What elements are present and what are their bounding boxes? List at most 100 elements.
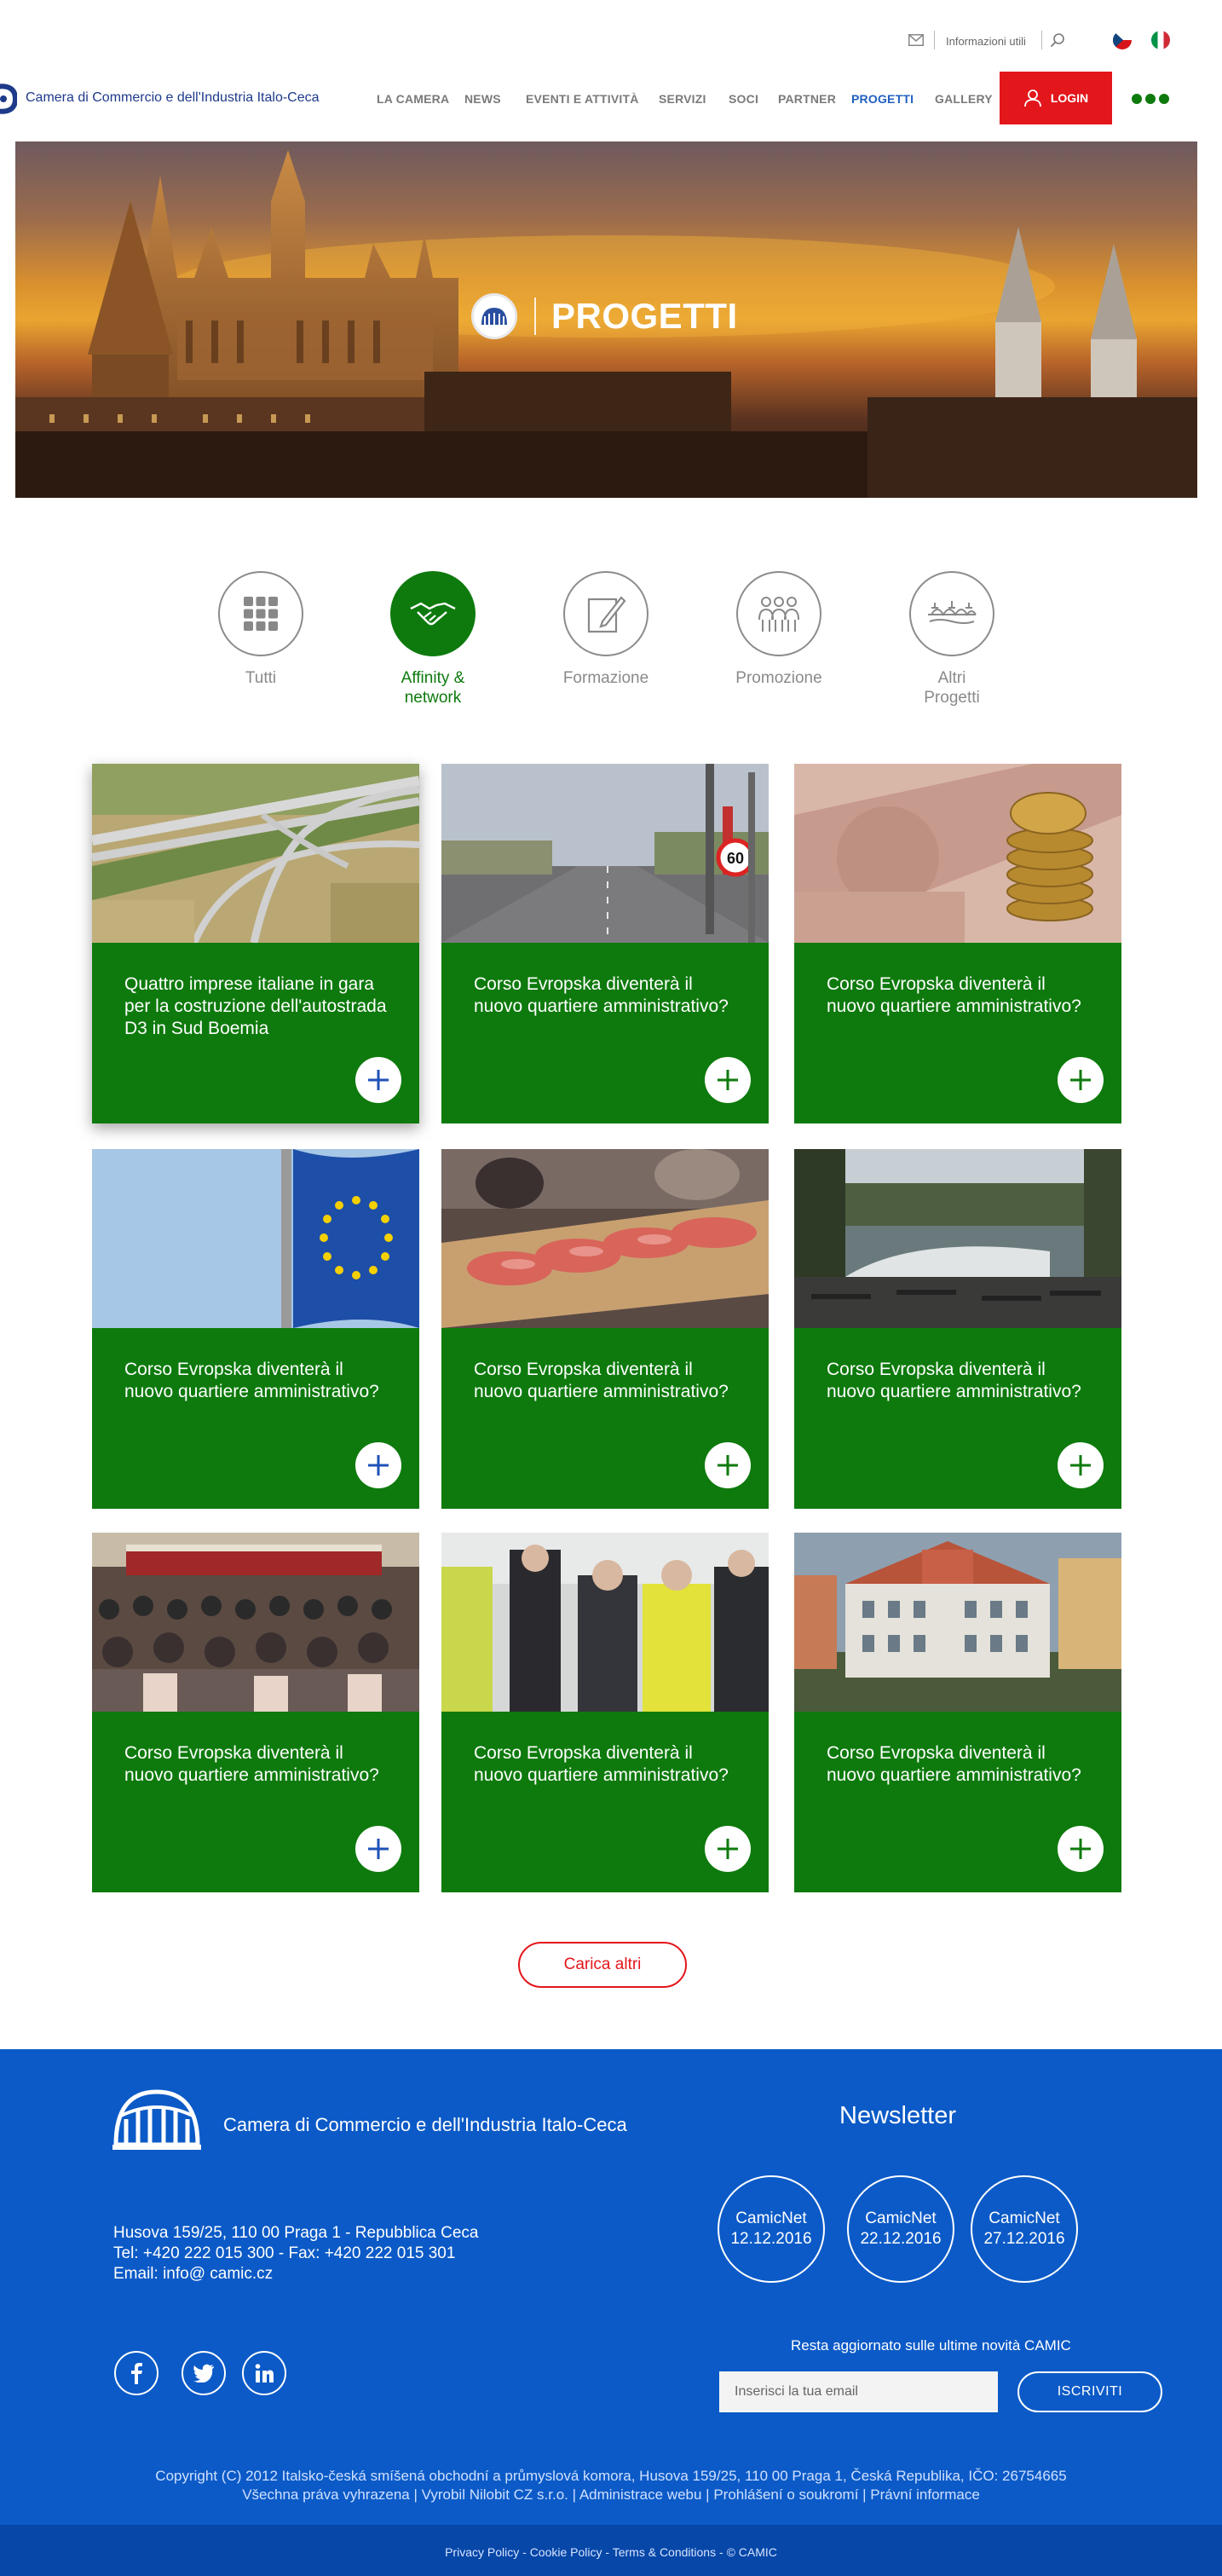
project-card[interactable]: Corso Evropska diventerà il nuovo quarti… xyxy=(794,1149,1121,1509)
card-title: Corso Evropska diventerà il nuovo quarti… xyxy=(474,974,729,1016)
subscribe-label: Resta aggiornato sulle ultime novità CAM… xyxy=(791,2337,1071,2354)
user-icon xyxy=(1023,90,1041,107)
camic-logo-icon[interactable] xyxy=(0,75,19,121)
nav-news[interactable]: NEWS xyxy=(464,92,501,106)
hero-heading: PROGETTI xyxy=(471,293,738,339)
page-title: PROGETTI xyxy=(551,296,738,336)
expand-plus-icon[interactable] xyxy=(355,1057,401,1103)
expand-plus-icon[interactable] xyxy=(355,1442,401,1488)
filter-altri-progetti[interactable]: Altri Progetti xyxy=(884,569,1020,708)
site-visit-image xyxy=(441,1533,769,1712)
italian-flag-icon[interactable] xyxy=(1151,31,1170,49)
filter-tutti[interactable]: Tutti xyxy=(193,569,329,688)
filter-label: Tutti xyxy=(245,669,277,687)
filter-label: Promozione xyxy=(735,669,822,687)
people-icon xyxy=(736,571,821,656)
divider xyxy=(934,31,935,49)
filter-label: Altri Progetti xyxy=(924,669,980,707)
twitter-icon[interactable] xyxy=(182,2351,226,2395)
search-icon[interactable] xyxy=(1050,32,1065,48)
bridge-icon xyxy=(909,571,994,656)
terms-link[interactable]: Terms & Conditions xyxy=(613,2545,716,2559)
project-card[interactable]: Corso Evropska diventerà il nuovo quarti… xyxy=(794,1533,1121,1892)
email-line[interactable]: Email: info@ camic.cz xyxy=(113,2264,478,2284)
handshake-icon xyxy=(390,571,476,656)
card-title: Corso Evropska diventerà il nuovo quarti… xyxy=(827,1360,1081,1401)
footer: Camera di Commercio e dell'Industria Ita… xyxy=(0,2049,1222,2525)
rights-link[interactable]: Všechna práva vyhrazena xyxy=(242,2486,410,2503)
login-button[interactable]: LOGIN xyxy=(1000,72,1112,124)
newsletter-issue[interactable]: CamicNet 12.12.2016 xyxy=(718,2175,825,2283)
newsletter-name: CamicNet xyxy=(735,2209,807,2227)
project-card[interactable]: 60 Corso Evropska diventerà il nuovo qua… xyxy=(441,764,769,1123)
city-avenue-image: 60 xyxy=(441,764,769,943)
czech-flag-icon[interactable] xyxy=(1113,31,1132,49)
project-card[interactable]: Corso Evropska diventerà il nuovo quarti… xyxy=(441,1533,769,1892)
card-title: Corso Evropska diventerà il nuovo quarti… xyxy=(827,974,1081,1016)
expand-plus-icon[interactable] xyxy=(1058,1057,1104,1103)
copyright-text: Copyright (C) 2012 Italsko-česká smíšená… xyxy=(155,2468,1067,2484)
expand-plus-icon[interactable] xyxy=(1058,1826,1104,1872)
hero-banner: PROGETTI xyxy=(15,142,1197,498)
newsletter-email-input[interactable] xyxy=(719,2371,998,2412)
subscribe-button[interactable]: ISCRIVITI xyxy=(1017,2371,1162,2412)
nav-gallery[interactable]: GALLERY xyxy=(935,92,993,106)
filter-formazione[interactable]: Formazione xyxy=(538,569,674,688)
card-title: Corso Evropska diventerà il nuovo quarti… xyxy=(827,1743,1081,1785)
brand-name[interactable]: Camera di Commercio e dell'Industria Ita… xyxy=(26,90,320,106)
nav-soci[interactable]: SOCI xyxy=(729,92,758,106)
project-card[interactable]: Corso Evropska diventerà il nuovo quarti… xyxy=(92,1533,419,1892)
login-label: LOGIN xyxy=(1050,91,1089,105)
copyright: Copyright (C) 2012 Italsko-česká smíšená… xyxy=(0,2467,1222,2504)
newsletter-name: CamicNet xyxy=(989,2209,1060,2227)
camic-logo-icon[interactable] xyxy=(112,2082,201,2155)
camic-emblem-icon xyxy=(471,293,517,339)
nav-servizi[interactable]: SERVIZI xyxy=(659,92,706,106)
facebook-icon[interactable] xyxy=(114,2351,159,2395)
divider xyxy=(1041,31,1042,49)
load-more-button[interactable]: Carica altri xyxy=(518,1942,687,1988)
project-card[interactable]: Corso Evropska diventerà il nuovo quarti… xyxy=(794,764,1121,1123)
admin-link[interactable]: Administrace webu xyxy=(579,2486,702,2503)
expand-plus-icon[interactable] xyxy=(705,1442,751,1488)
privacy-statement-link[interactable]: Prohlášení o soukromí xyxy=(713,2486,858,2503)
project-card[interactable]: Corso Evropska diventerà il nuovo quarti… xyxy=(92,1149,419,1509)
nav-partner[interactable]: PARTNER xyxy=(778,92,836,106)
more-menu-icon[interactable] xyxy=(1132,94,1169,106)
conference-audience-image xyxy=(92,1533,419,1712)
developer-link[interactable]: Vyrobil Nilobit CZ s.r.o. xyxy=(422,2486,568,2503)
grid-icon xyxy=(218,571,303,656)
project-card[interactable]: Quattro imprese italiane in gara per la … xyxy=(92,764,419,1123)
filter-label: Formazione xyxy=(562,669,649,687)
privacy-policy-link[interactable]: Privacy Policy xyxy=(445,2545,519,2559)
expand-plus-icon[interactable] xyxy=(705,1826,751,1872)
legal-links: Všechna práva vyhrazena | Vyrobil Nilobi… xyxy=(242,2486,980,2503)
card-title: Quattro imprese italiane in gara per la … xyxy=(124,974,387,1038)
project-card[interactable]: Corso Evropska diventerà il nuovo quarti… xyxy=(441,1149,769,1509)
nav-progetti[interactable]: PROGETTI xyxy=(851,92,914,106)
newsletter-date: 22.12.2016 xyxy=(860,2230,942,2248)
copyright-mark: © CAMIC xyxy=(726,2545,777,2559)
filter-affinity-network[interactable]: Affinity & network xyxy=(365,569,501,708)
linkedin-icon[interactable] xyxy=(242,2351,286,2395)
nav-la-camera[interactable]: LA CAMERA xyxy=(377,92,449,106)
mail-icon[interactable] xyxy=(908,34,924,46)
historic-building-image xyxy=(794,1533,1121,1712)
card-title: Corso Evropska diventerà il nuovo quarti… xyxy=(474,1743,729,1785)
nav-eventi[interactable]: EVENTI E ATTIVITÀ xyxy=(526,92,639,106)
expand-plus-icon[interactable] xyxy=(355,1826,401,1872)
useful-info-link[interactable]: Informazioni utili xyxy=(946,35,1026,48)
newsletter-issue[interactable]: CamicNet 22.12.2016 xyxy=(847,2175,954,2283)
cookie-policy-link[interactable]: Cookie Policy xyxy=(530,2545,602,2559)
buffet-prosciutto-image xyxy=(441,1149,769,1328)
newsletter-issue[interactable]: CamicNet 27.12.2016 xyxy=(971,2175,1078,2283)
main-navigation: Camera di Commercio e dell'Industria Ita… xyxy=(0,70,1222,126)
card-title: Corso Evropska diventerà il nuovo quarti… xyxy=(474,1360,729,1401)
legal-info-link[interactable]: Právní informace xyxy=(870,2486,980,2503)
highway-aerial-image xyxy=(92,764,419,943)
filter-label: Affinity & network xyxy=(401,669,465,707)
expand-plus-icon[interactable] xyxy=(1058,1442,1104,1488)
bottom-legal-bar: Privacy Policy - Cookie Policy - Terms &… xyxy=(0,2525,1222,2576)
filter-promozione[interactable]: Promozione xyxy=(711,569,847,688)
expand-plus-icon[interactable] xyxy=(705,1057,751,1103)
